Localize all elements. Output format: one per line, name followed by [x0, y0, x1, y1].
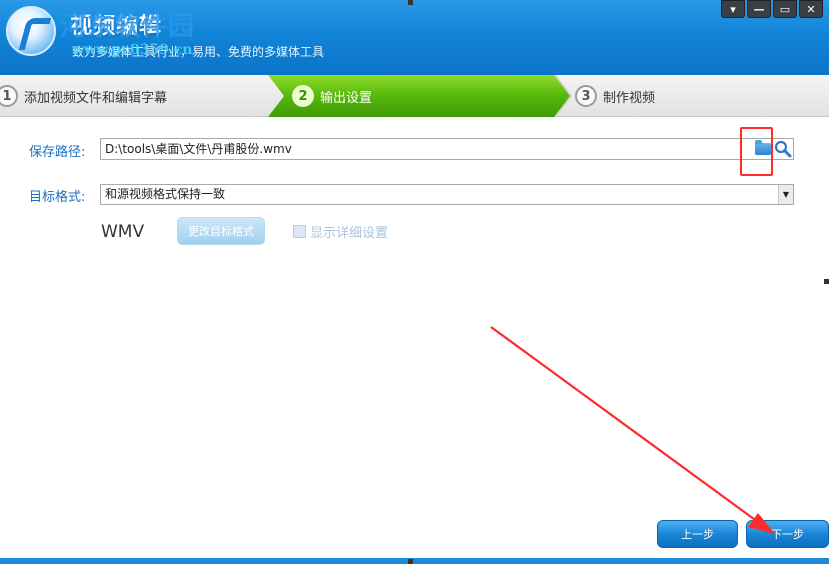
- menu-dropdown-icon[interactable]: ▾: [721, 0, 745, 18]
- resize-handle[interactable]: [824, 279, 829, 284]
- close-icon[interactable]: ✕: [799, 0, 823, 18]
- app-logo-icon: [6, 6, 56, 56]
- format-name: WMV: [101, 222, 145, 242]
- step-label: 制作视频: [603, 90, 656, 106]
- target-format-value: 和源视频格式保持一致: [105, 187, 226, 201]
- resize-handle[interactable]: [408, 559, 413, 564]
- target-format-select[interactable]: 和源视频格式保持一致 ▼: [100, 184, 794, 205]
- prev-step-button[interactable]: 上一步: [657, 520, 738, 548]
- save-path-input[interactable]: D:\tools\桌面\文件\丹甫股份.wmv: [100, 138, 794, 160]
- search-icon[interactable]: [774, 140, 792, 158]
- step-make-video[interactable]: 3 制作视频: [575, 75, 655, 117]
- step-output-settings: 2 输出设置: [292, 75, 372, 117]
- window-controls: ▾ — ▭ ✕: [721, 0, 823, 18]
- step-number: 2: [292, 85, 314, 107]
- maximize-icon[interactable]: ▭: [773, 0, 797, 18]
- dropdown-arrow-icon[interactable]: ▼: [778, 185, 793, 204]
- watermark-name: 河东软件园: [60, 12, 196, 42]
- next-step-button[interactable]: 下一步: [746, 520, 829, 548]
- target-format-label: 目标格式:: [29, 190, 86, 205]
- watermark-url: www.pc0359.cn: [72, 42, 193, 58]
- step-label: 添加视频文件和编辑字幕: [24, 90, 168, 106]
- app-header: 视频编辑 河东软件园 致力多媒体工具行业，易用、免费的多媒体工具 www.pc0…: [0, 0, 829, 75]
- save-path-label: 保存路径:: [29, 145, 86, 160]
- bottom-status-bar: [0, 558, 829, 564]
- show-details-label: 显示详细设置: [310, 226, 389, 241]
- annotation-highlight-box: [740, 127, 773, 176]
- minimize-icon[interactable]: —: [747, 0, 771, 18]
- step-add-video[interactable]: 1 添加视频文件和编辑字幕: [0, 75, 167, 117]
- change-format-button[interactable]: 更改目标格式: [177, 217, 265, 245]
- resize-handle[interactable]: [408, 0, 413, 5]
- step-number: 1: [0, 85, 18, 107]
- show-details-checkbox[interactable]: [293, 225, 306, 238]
- step-number: 3: [575, 85, 597, 107]
- step-label: 输出设置: [320, 90, 373, 106]
- step-output-settings-active[interactable]: 2 输出设置: [268, 75, 570, 117]
